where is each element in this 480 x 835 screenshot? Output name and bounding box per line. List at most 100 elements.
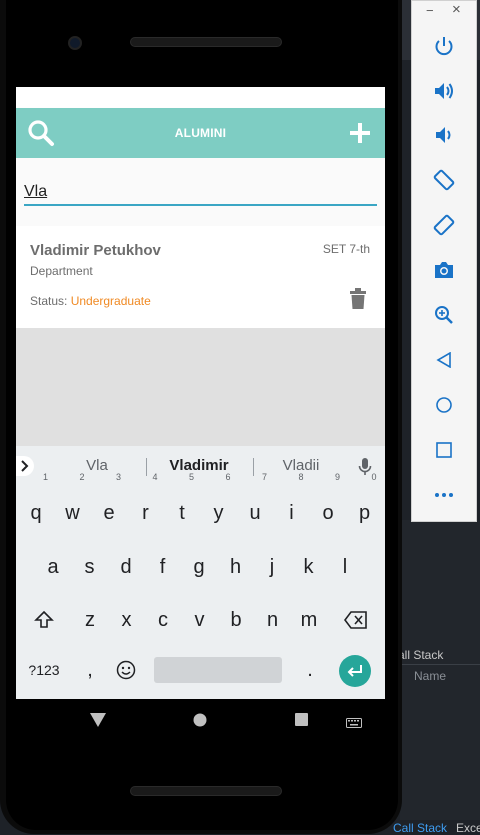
alumni-department: Department xyxy=(30,264,93,278)
key-f[interactable]: f xyxy=(145,542,181,592)
home-icon xyxy=(436,397,452,413)
zoom-icon xyxy=(435,306,453,324)
key-m[interactable]: m xyxy=(291,595,327,645)
backspace-key[interactable] xyxy=(338,595,374,645)
suggestion-strip: Vla Vladimir Vladii xyxy=(16,446,385,487)
keyboard-row-3: zxcvbnm xyxy=(16,595,385,645)
keyboard-row-2: asdfghjkl xyxy=(16,542,385,592)
suggestion-1[interactable]: Vla xyxy=(52,457,142,474)
close-button[interactable]: × xyxy=(452,1,461,18)
nav-keyboard-switch-button[interactable] xyxy=(346,715,362,733)
app-title: ALUMINI xyxy=(174,126,227,140)
key-t[interactable]: t5 xyxy=(164,473,200,538)
key-hint-number: 8 xyxy=(298,472,304,482)
back-button[interactable] xyxy=(429,345,459,375)
space-key[interactable] xyxy=(154,657,282,683)
key-s[interactable]: s xyxy=(72,542,108,592)
key-p[interactable]: p0 xyxy=(347,473,383,538)
voice-input-button[interactable] xyxy=(358,457,372,482)
bottom-speaker xyxy=(130,786,282,796)
key-v[interactable]: v xyxy=(182,595,218,645)
status-value: Undergraduate xyxy=(70,294,151,308)
key-h[interactable]: h xyxy=(218,542,254,592)
add-button[interactable] xyxy=(335,108,385,158)
key-j[interactable]: j xyxy=(254,542,290,592)
key-c[interactable]: c xyxy=(145,595,181,645)
key-hint-number: 2 xyxy=(79,472,85,482)
nav-home-button[interactable] xyxy=(193,713,207,732)
overview-button[interactable] xyxy=(429,435,459,465)
suggestion-2[interactable]: Vladimir xyxy=(154,457,244,474)
more-button[interactable] xyxy=(429,480,459,510)
nav-overview-button[interactable] xyxy=(295,713,308,731)
keyboard-icon xyxy=(346,718,362,728)
volume-down-icon xyxy=(436,127,451,143)
key-l[interactable]: l xyxy=(327,542,363,592)
key-w[interactable]: w2 xyxy=(55,473,91,538)
volume-up-icon xyxy=(435,83,453,99)
key-z[interactable]: z xyxy=(72,595,108,645)
nav-back-icon xyxy=(90,713,106,727)
rotate-left-button[interactable] xyxy=(429,165,459,195)
alumni-card[interactable]: Vladimir Petukhov SET 7-th Department St… xyxy=(16,226,385,328)
expand-button[interactable] xyxy=(16,456,34,476)
key-g[interactable]: g xyxy=(181,542,217,592)
zoom-button[interactable] xyxy=(429,300,459,330)
minimize-button[interactable]: − xyxy=(426,3,434,18)
emoji-key[interactable] xyxy=(108,645,144,695)
period-key[interactable]: . xyxy=(292,645,328,695)
delete-button[interactable] xyxy=(349,288,367,315)
ide-name-column: Name xyxy=(414,669,447,683)
key-hint-number: 5 xyxy=(188,472,194,482)
key-r[interactable]: r4 xyxy=(128,473,164,538)
nav-overview-icon xyxy=(295,713,308,726)
key-hint-number: 4 xyxy=(152,472,158,482)
enter-key[interactable] xyxy=(339,655,371,687)
key-q[interactable]: q1 xyxy=(18,473,54,538)
key-u[interactable]: u7 xyxy=(237,473,273,538)
key-i[interactable]: i8 xyxy=(274,473,310,538)
search-icon xyxy=(28,120,54,146)
alumni-name: Vladimir Petukhov xyxy=(30,242,161,259)
back-icon xyxy=(436,352,451,368)
comma-key[interactable]: , xyxy=(72,645,108,695)
backspace-icon xyxy=(344,611,367,629)
ide-divider xyxy=(400,664,480,665)
key-e[interactable]: e3 xyxy=(91,473,127,538)
key-d[interactable]: d xyxy=(108,542,144,592)
key-k[interactable]: k xyxy=(291,542,327,592)
nav-back-button[interactable] xyxy=(90,713,106,732)
chevron-right-icon xyxy=(21,460,29,472)
search-input[interactable] xyxy=(24,180,377,206)
search-button[interactable] xyxy=(16,108,66,158)
key-hint-number: 7 xyxy=(261,472,267,482)
volume-down-button[interactable] xyxy=(429,120,459,150)
symbols-key[interactable]: ?123 xyxy=(22,645,66,695)
rotate-right-button[interactable] xyxy=(429,210,459,240)
camera-icon xyxy=(435,262,453,278)
ide-call-stack-label[interactable]: all Stack xyxy=(398,648,443,662)
key-x[interactable]: x xyxy=(109,595,145,645)
suggestion-divider xyxy=(146,458,147,476)
screenshot-button[interactable] xyxy=(429,255,459,285)
ide-exceptions-tab[interactable]: Exce xyxy=(456,821,480,835)
volume-up-button[interactable] xyxy=(429,76,459,106)
key-hint-number: 3 xyxy=(115,472,121,482)
key-hint-number: 9 xyxy=(334,472,340,482)
nav-home-icon xyxy=(193,713,207,727)
key-y[interactable]: y6 xyxy=(201,473,237,538)
key-b[interactable]: b xyxy=(218,595,254,645)
shift-icon xyxy=(34,610,54,628)
power-button[interactable] xyxy=(429,31,459,61)
trash-icon xyxy=(350,288,366,309)
ide-call-stack-tab[interactable]: Call Stack xyxy=(393,821,447,835)
key-o[interactable]: o9 xyxy=(310,473,346,538)
shift-key[interactable] xyxy=(26,595,62,645)
emulator-toolbar: − × xyxy=(411,0,477,522)
top-speaker xyxy=(130,37,282,47)
key-a[interactable]: a xyxy=(35,542,71,592)
status-row: Status: Undergraduate xyxy=(30,294,151,308)
key-n[interactable]: n xyxy=(255,595,291,645)
home-button[interactable] xyxy=(429,390,459,420)
emoji-icon xyxy=(116,660,136,680)
